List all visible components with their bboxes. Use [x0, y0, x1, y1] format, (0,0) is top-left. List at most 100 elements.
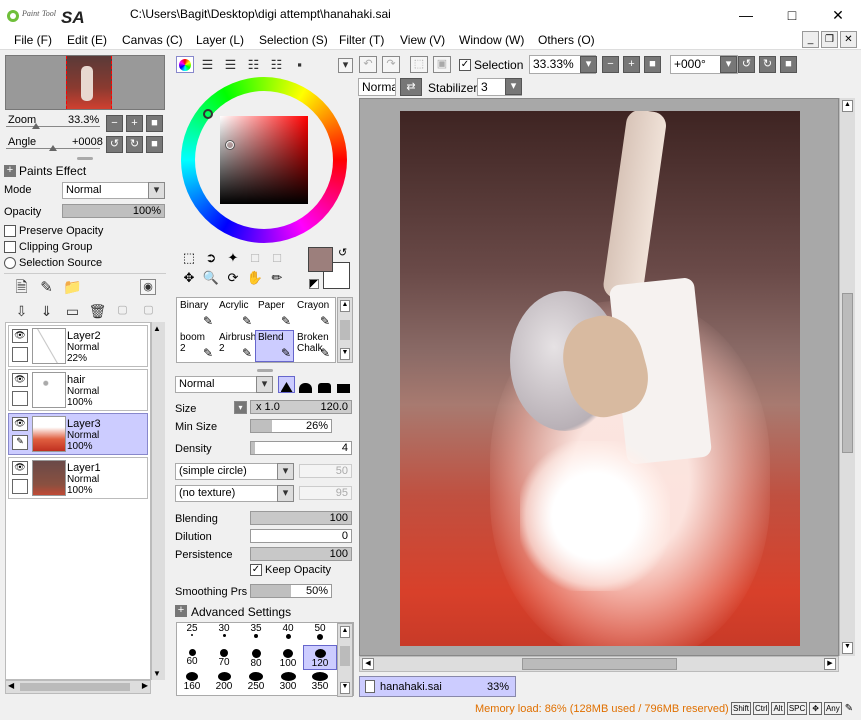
brush-size-option[interactable]: 120: [303, 645, 337, 670]
brush-size-option[interactable]: 80: [240, 646, 272, 669]
document-tab[interactable]: hanahaki.sai 33%: [359, 676, 516, 697]
trash-icon[interactable]: 🗑: [89, 302, 107, 319]
edge-flat-icon[interactable]: [335, 376, 352, 393]
layer-row[interactable]: 👁 Layer1 Normal 100%: [8, 457, 148, 499]
canvas-viewport[interactable]: [359, 98, 839, 656]
mdi-minimize-icon[interactable]: _: [802, 31, 819, 48]
scroll-right-icon[interactable]: ▶: [142, 681, 148, 690]
menu-edit[interactable]: Edit (E): [67, 33, 107, 47]
scroll-up-icon[interactable]: ▲: [340, 626, 350, 638]
chevron-down-icon[interactable]: ▾: [256, 376, 273, 393]
chevron-down-icon[interactable]: ▾: [720, 56, 737, 73]
navigator-preview[interactable]: [5, 55, 165, 110]
chevron-down-icon[interactable]: ▾: [277, 485, 294, 502]
transfer-down-icon[interactable]: ⇩: [13, 302, 30, 319]
panel-splitter[interactable]: [77, 157, 93, 160]
expand-icon[interactable]: +: [175, 605, 187, 617]
primary-color-swatch[interactable]: [308, 247, 333, 272]
rotate-tool-icon[interactable]: ⟳: [222, 270, 244, 290]
brush-size-option[interactable]: 25: [176, 623, 208, 646]
brush-size-option[interactable]: 35: [240, 623, 272, 646]
keep-opacity-checkbox[interactable]: ✓ Keep Opacity: [250, 564, 331, 576]
new-layer-icon[interactable]: 🗎: [13, 279, 30, 296]
panel-splitter[interactable]: [257, 369, 273, 372]
move-icon[interactable]: ✥: [178, 270, 200, 290]
brush-slot[interactable]: Broken Chalk ✎: [294, 330, 333, 362]
new-folder-icon[interactable]: 📁: [63, 279, 82, 296]
selection-source-radio[interactable]: Selection Source: [4, 257, 102, 269]
zoom-reset-icon[interactable]: ■: [146, 115, 163, 132]
brush-size-option[interactable]: 200: [208, 669, 240, 692]
blending-slider[interactable]: 100: [250, 511, 352, 525]
deselect-icon[interactable]: ⬚: [410, 56, 428, 73]
eye-icon[interactable]: 👁: [12, 461, 28, 475]
swatches-tab-icon[interactable]: ☷: [245, 56, 262, 73]
rotate-reset-icon[interactable]: ■: [146, 136, 163, 153]
mdi-close-icon[interactable]: ✕: [840, 31, 857, 48]
layer-row[interactable]: 👁 hair Normal 100%: [8, 369, 148, 411]
preserve-opacity-checkbox[interactable]: Preserve Opacity: [4, 225, 103, 237]
clear-layer-icon[interactable]: ▭: [64, 302, 81, 319]
zoom-slider[interactable]: [6, 126, 100, 127]
color-wheel[interactable]: [181, 77, 347, 243]
eye-icon[interactable]: 👁: [12, 373, 28, 387]
brush-size-option[interactable]: 60: [176, 646, 208, 669]
layer-mask-icon[interactable]: ◉: [140, 279, 156, 295]
scroll-thumb[interactable]: [522, 658, 677, 670]
dilution-slider[interactable]: 0: [250, 529, 352, 543]
selection-toggle[interactable]: ✓ Selection: [459, 58, 523, 72]
rotate-right-icon[interactable]: ↻: [759, 56, 776, 73]
scroll-right-icon[interactable]: ▶: [824, 658, 836, 670]
scroll-down-icon[interactable]: ▼: [842, 642, 853, 654]
scroll-left-icon[interactable]: ◀: [8, 681, 14, 690]
advanced-settings-label[interactable]: Advanced Settings: [191, 605, 291, 619]
scroll-thumb[interactable]: [340, 646, 350, 666]
brush-texture-strength[interactable]: 95: [299, 486, 352, 500]
new-linework-layer-icon[interactable]: ✎: [38, 279, 55, 296]
magic-wand-icon[interactable]: ✦: [222, 250, 244, 270]
zoom-out-icon[interactable]: −: [602, 56, 619, 73]
layer-row[interactable]: 👁 Layer2 Normal 22%: [8, 325, 148, 367]
brush-size-option[interactable]: 70: [208, 646, 240, 669]
lock-slot[interactable]: [12, 347, 28, 362]
rgb-slider-tab-icon[interactable]: ☰: [199, 56, 216, 73]
brush-slot[interactable]: Airbrush 2 ✎: [216, 330, 256, 362]
swap-colors-icon[interactable]: ↺: [338, 246, 347, 259]
scroll-up-icon[interactable]: ▲: [842, 100, 853, 112]
brush-slot[interactable]: boom 2 ✎: [177, 330, 216, 362]
brush-slot[interactable]: Crayon ✎: [294, 298, 333, 330]
angle-slider-handle[interactable]: [49, 145, 57, 151]
undo-icon[interactable]: ↶: [359, 56, 377, 73]
scroll-up-icon[interactable]: ▲: [153, 324, 161, 333]
opacity-slider[interactable]: 100%: [62, 204, 165, 218]
layer-row[interactable]: 👁 ✎ Layer3 Normal 100%: [8, 413, 148, 455]
rotate-reset-icon[interactable]: ■: [780, 56, 797, 73]
brush-slot[interactable]: Binary ✎: [177, 298, 216, 330]
scroll-thumb[interactable]: [20, 683, 130, 691]
rotate-left-icon[interactable]: ↺: [106, 136, 123, 153]
brush-shape-select[interactable]: (simple circle): [175, 463, 293, 480]
minimize-icon[interactable]: —: [723, 0, 769, 30]
scroll-down-icon[interactable]: ▼: [153, 669, 161, 678]
canvas-vscrollbar[interactable]: ▲ ▼: [839, 98, 855, 656]
chevron-down-icon[interactable]: ▾: [277, 463, 294, 480]
canvas-hscrollbar[interactable]: ◀ ▶: [359, 656, 839, 672]
zoom-tool-icon[interactable]: 🔍: [200, 270, 222, 290]
zoom-in-icon[interactable]: +: [623, 56, 640, 73]
menu-others[interactable]: Others (O): [538, 33, 595, 47]
brush-size-option[interactable]: 40: [272, 623, 304, 646]
brush-texture-select[interactable]: (no texture): [175, 485, 293, 502]
chevron-down-icon[interactable]: ▾: [580, 56, 597, 73]
scroll-down-icon[interactable]: ▼: [340, 682, 350, 694]
hue-picker-icon[interactable]: [203, 109, 213, 119]
brush-size-option[interactable]: 250: [240, 669, 272, 692]
edge-soft-icon[interactable]: [316, 376, 333, 393]
brush-slot[interactable]: Paper ✎: [255, 298, 294, 330]
reset-colors-icon[interactable]: [309, 279, 319, 289]
menu-layer[interactable]: Layer (L): [196, 33, 244, 47]
scratchpad-tab-icon[interactable]: ▪: [291, 56, 308, 73]
pen-icon[interactable]: ✎: [12, 435, 28, 450]
brush-shape-strength[interactable]: 50: [299, 464, 352, 478]
zoom-slider-handle[interactable]: [32, 123, 40, 129]
saturation-value-square[interactable]: [220, 116, 308, 204]
